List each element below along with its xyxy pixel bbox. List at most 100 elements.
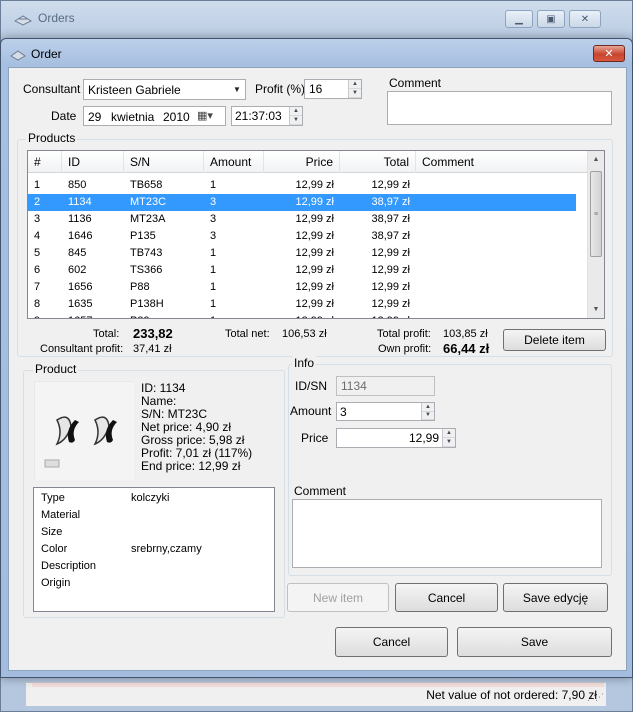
save-edit-button[interactable]: Save edycję: [503, 583, 608, 612]
cell-amount: 3: [210, 213, 217, 225]
total-net-label: Total net:: [225, 328, 270, 340]
cell-price: 12,99 zł: [295, 264, 334, 276]
property-key: Description: [41, 560, 97, 572]
cell-comment: [416, 296, 576, 313]
col-header-total[interactable]: Total: [340, 151, 416, 173]
minimize-button[interactable]: ▁: [505, 10, 533, 28]
profit-stepper[interactable]: 16 ▲ ▼: [304, 79, 362, 99]
col-header-number[interactable]: #: [28, 151, 62, 173]
property-value: srebrny,czamy: [131, 543, 202, 555]
col-header-amount[interactable]: Amount: [204, 151, 264, 173]
cell-total: 12,99 zł: [371, 298, 410, 310]
price-spin[interactable]: ▲ ▼: [442, 429, 455, 447]
cell-total: 38,97 zł: [371, 213, 410, 225]
cell-amount: 3: [210, 196, 217, 208]
resize-grip-icon[interactable]: ⋰⋰: [587, 692, 604, 703]
price-stepper[interactable]: 12,99 ▲ ▼: [336, 428, 456, 448]
cell-number: 8: [34, 298, 41, 310]
time-value: 21:37:03: [235, 109, 282, 123]
cell-id: 1656: [68, 281, 93, 293]
table-row[interactable]: 8 1635 P138H 1 12,99 zł 12,99 zł: [28, 296, 576, 313]
save-button[interactable]: Save: [457, 627, 612, 657]
cell-comment: [416, 177, 576, 194]
orders-window-title: Orders: [38, 11, 75, 25]
info-comment-input[interactable]: [292, 499, 602, 568]
cell-comment: [416, 262, 576, 279]
cell-sn: MT23C: [130, 196, 167, 208]
consultant-label: Consultant: [23, 82, 81, 96]
products-list[interactable]: # ID S/N Amount Price Total Comment 1 850…: [27, 150, 605, 319]
date-year[interactable]: 2010: [163, 110, 190, 124]
amount-value: 3: [340, 405, 347, 419]
new-item-button[interactable]: New item: [287, 583, 389, 612]
table-row[interactable]: 91657P89112,99 zł12,99 zł: [28, 313, 576, 318]
scrollbar-thumb[interactable]: ≡: [590, 171, 602, 257]
cell-price: 12,99 zł: [295, 281, 334, 293]
table-row[interactable]: 1 850 TB658 1 12,99 zł 12,99 zł: [28, 177, 576, 194]
spin-down-icon[interactable]: ▼: [349, 89, 361, 98]
spin-down-icon[interactable]: ▼: [443, 438, 455, 447]
col-header-sn[interactable]: S/N: [124, 151, 204, 173]
table-row[interactable]: 2 1134 MT23C 3 12,99 zł 38,97 zł: [28, 194, 576, 211]
table-row[interactable]: 5 845 TB743 1 12,99 zł 12,99 zł: [28, 245, 576, 262]
cell-price: 12,99 zł: [295, 196, 334, 208]
chevron-down-icon[interactable]: ▼: [229, 80, 245, 99]
profit-spin[interactable]: ▲ ▼: [348, 80, 361, 98]
cell-number: 5: [34, 247, 41, 259]
consultant-select[interactable]: Kristeen Gabriele ▼: [83, 79, 246, 100]
spin-down-icon[interactable]: ▼: [422, 412, 434, 420]
product-detail-line: End price: 12,99 zł: [141, 459, 241, 473]
time-spin[interactable]: ▲ ▼: [289, 107, 302, 125]
table-row[interactable]: 6 602 TS366 1 12,99 zł 12,99 zł: [28, 262, 576, 279]
cell-total: 12,99 zł: [371, 179, 410, 191]
col-header-price[interactable]: Price: [264, 151, 340, 173]
property-key: Color: [41, 543, 68, 555]
cell-id: 1635: [68, 298, 93, 310]
order-dialog: Order ✕ Consultant Kristeen Gabriele ▼ P…: [0, 38, 633, 678]
idsn-input[interactable]: 1134: [336, 376, 435, 396]
table-row[interactable]: 7 1656 P88 1 12,99 zł 12,99 zł: [28, 279, 576, 296]
spin-up-icon[interactable]: ▲: [422, 403, 434, 412]
cell-id: 1134: [68, 196, 92, 208]
date-month[interactable]: kwietnia: [111, 110, 154, 124]
property-key: Origin: [41, 577, 71, 589]
cell-sn: MT23A: [130, 213, 166, 225]
col-header-id[interactable]: ID: [62, 151, 124, 173]
product-detail-line: Profit: 7,01 zł (117%): [141, 446, 253, 460]
cell-id: 1657: [62, 313, 124, 318]
cell-amount: 3: [210, 230, 217, 242]
cell-total: 12,99 zł: [371, 264, 410, 276]
product-detail-line: Net price: 4,90 zł: [141, 420, 232, 434]
cancel-item-button[interactable]: Cancel: [395, 583, 498, 612]
spin-up-icon[interactable]: ▲: [349, 80, 361, 89]
maximize-button[interactable]: ▣: [537, 10, 565, 28]
cell-comment: [416, 228, 576, 245]
calendar-icon[interactable]: ▦▾: [197, 109, 213, 122]
spin-up-icon[interactable]: ▲: [290, 107, 302, 116]
date-picker[interactable]: 29 kwietnia 2010 ▦▾: [83, 106, 226, 126]
products-scrollbar[interactable]: ▲ ≡ ▼: [587, 151, 604, 318]
product-properties-list[interactable]: Type kolczyki Material Size Color srebrny,cza…: [33, 487, 275, 612]
col-header-comment[interactable]: Comment: [416, 151, 588, 173]
scroll-up-icon[interactable]: ▲: [588, 151, 604, 168]
orders-close-button[interactable]: ✕: [569, 10, 601, 28]
table-row[interactable]: 4 1646 P135 3 12,99 zł 38,97 zł: [28, 228, 576, 245]
property-key: Material: [41, 509, 81, 521]
amount-spin[interactable]: ▲ ▼: [421, 403, 434, 420]
scroll-down-icon[interactable]: ▼: [588, 301, 604, 318]
cell-sn: P89: [124, 313, 204, 318]
cancel-button[interactable]: Cancel: [335, 627, 448, 657]
table-row[interactable]: 3 1136 MT23A 3 12,99 zł 38,97 zł: [28, 211, 576, 228]
spin-up-icon[interactable]: ▲: [443, 429, 455, 438]
header-comment-input[interactable]: [387, 91, 612, 125]
product-detail-line: Gross price: 5,98 zł: [141, 433, 245, 447]
delete-item-button[interactable]: Delete item: [503, 329, 606, 351]
consultant-value: Kristeen Gabriele: [88, 83, 181, 97]
time-picker[interactable]: 21:37:03 ▲ ▼: [231, 106, 303, 126]
amount-stepper[interactable]: 3 ▲ ▼: [336, 402, 435, 421]
cell-comment: [416, 313, 576, 318]
date-day[interactable]: 29: [88, 110, 101, 124]
dialog-close-button[interactable]: ✕: [593, 45, 625, 62]
spin-down-icon[interactable]: ▼: [290, 116, 302, 125]
cell-sn: P135: [130, 230, 156, 242]
